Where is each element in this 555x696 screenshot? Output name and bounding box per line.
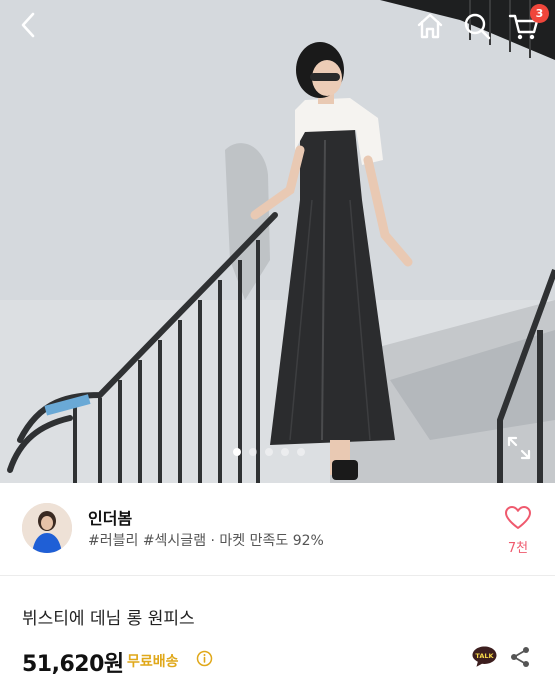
- cart-button[interactable]: 3: [507, 4, 549, 42]
- product-price: 51,620원: [22, 652, 124, 677]
- pagination-dot[interactable]: [265, 448, 273, 456]
- talk-label: TALK: [475, 652, 494, 660]
- top-navigation-bar: 3: [0, 0, 555, 56]
- home-button[interactable]: [414, 10, 446, 42]
- share-button[interactable]: [510, 646, 530, 668]
- kakao-talk-button[interactable]: TALK: [471, 645, 498, 668]
- expand-icon: [507, 436, 531, 460]
- gallery-pagination: [233, 448, 305, 456]
- product-title: 뷔스티에 데님 롱 원피스: [22, 609, 195, 629]
- pagination-dot[interactable]: [249, 448, 257, 456]
- shop-avatar[interactable]: [22, 503, 72, 553]
- chevron-left-icon: [21, 12, 35, 38]
- shop-info[interactable]: 인더봄 #러블리 #섹시글램 · 마켓 만족도 92% 7천: [0, 483, 555, 576]
- product-image[interactable]: 3: [0, 0, 555, 483]
- pagination-dot[interactable]: [297, 448, 305, 456]
- back-button[interactable]: [14, 10, 44, 40]
- like-count: 7천: [507, 541, 529, 556]
- shop-name[interactable]: 인더봄: [88, 505, 132, 529]
- talk-bubble-icon: TALK: [472, 646, 497, 667]
- shop-tags: #러블리 #섹시글램 · 마켓 만족도 92%: [88, 533, 324, 549]
- product-photo: [0, 0, 555, 483]
- like-button[interactable]: 7천: [502, 505, 534, 557]
- share-icon: [511, 647, 529, 667]
- heart-icon: [505, 506, 531, 529]
- search-icon: [464, 13, 491, 40]
- shop-avatar-image: [22, 503, 72, 553]
- cart-count-badge: 3: [530, 4, 549, 23]
- search-button[interactable]: [461, 10, 493, 42]
- pagination-dot[interactable]: [233, 448, 241, 456]
- pagination-dot[interactable]: [281, 448, 289, 456]
- shipping-badge: 무료배송: [127, 654, 179, 670]
- info-icon[interactable]: [196, 650, 213, 667]
- home-icon: [417, 13, 443, 39]
- expand-image-button[interactable]: [505, 434, 533, 462]
